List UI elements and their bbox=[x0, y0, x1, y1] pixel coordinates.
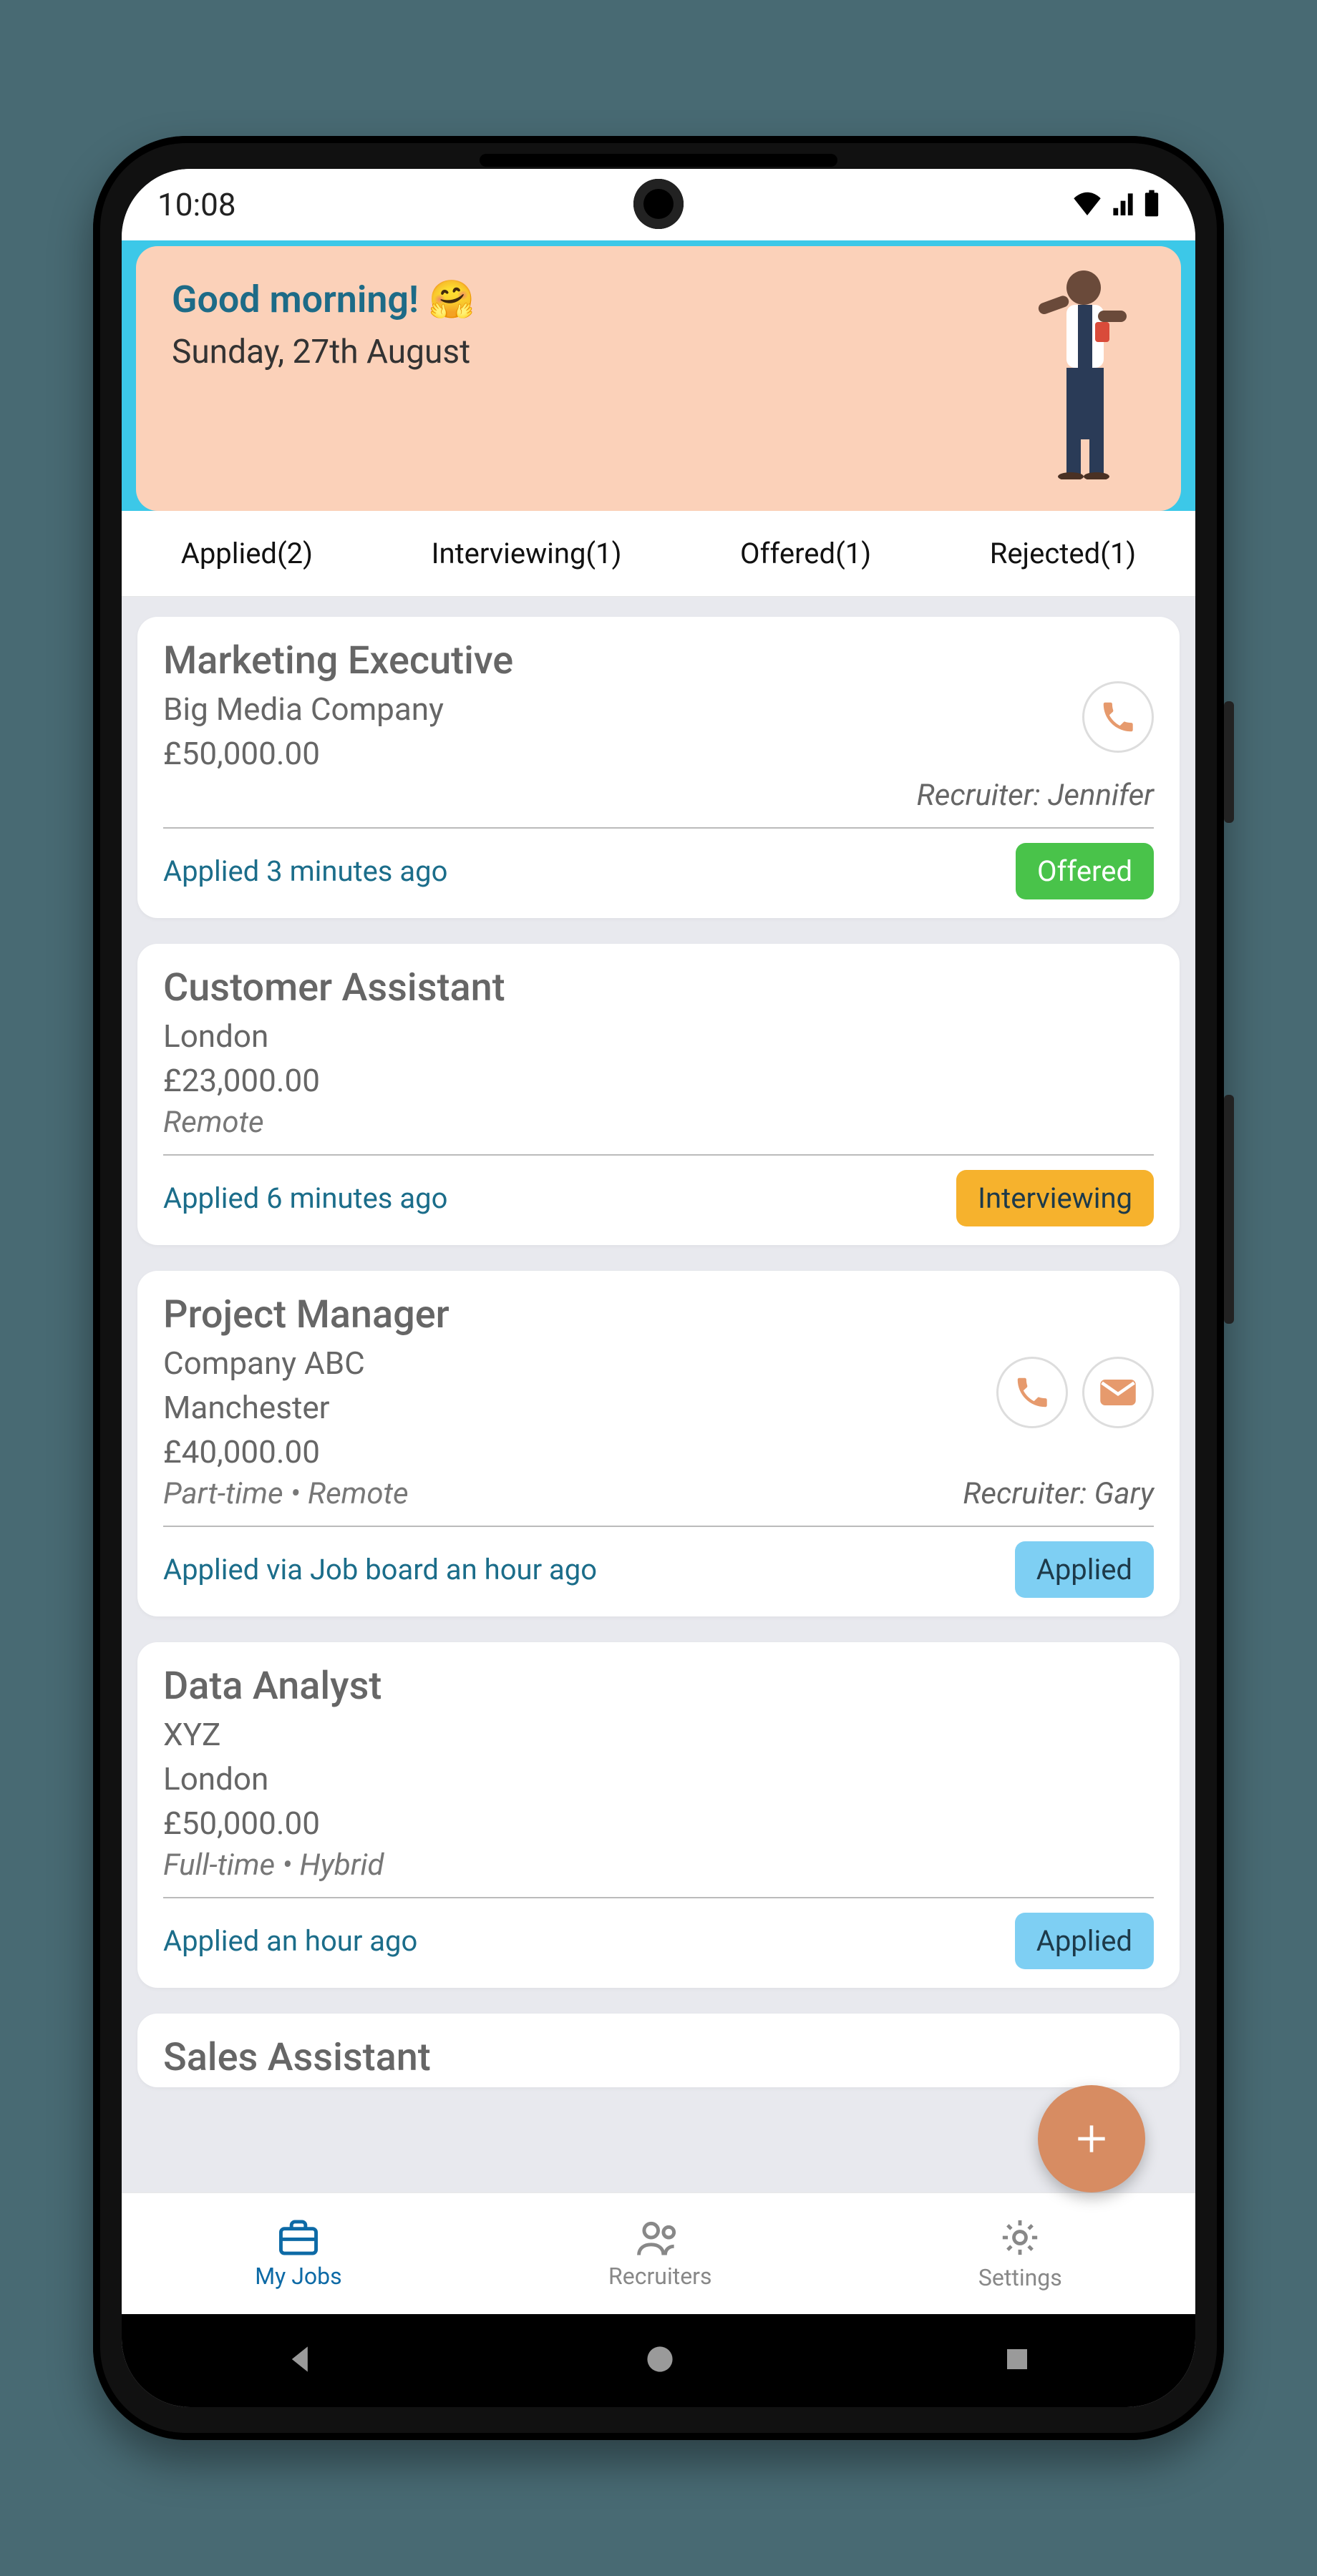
job-location: London bbox=[163, 1018, 1154, 1055]
job-title: Project Manager bbox=[163, 1292, 1154, 1337]
plus-icon bbox=[1071, 2119, 1112, 2159]
job-list[interactable]: Marketing Executive Big Media Company £5… bbox=[122, 597, 1195, 2407]
greeting-title: Good morning! 🤗 bbox=[172, 278, 1145, 321]
greeting-text: Good morning! bbox=[172, 278, 419, 321]
job-card[interactable]: Project Manager Company ABC Manchester £… bbox=[137, 1271, 1180, 1616]
job-work-mode: Remote bbox=[163, 1105, 1154, 1140]
nav-label: My Jobs bbox=[255, 2263, 341, 2290]
nav-label: Settings bbox=[978, 2264, 1062, 2291]
android-back-button[interactable] bbox=[286, 2343, 317, 2378]
phone-icon bbox=[1099, 698, 1137, 736]
filter-tabs: Applied(2) Interviewing(1) Offered(1) Re… bbox=[122, 511, 1195, 597]
side-button-volume bbox=[1224, 1095, 1234, 1324]
person-illustration bbox=[1024, 265, 1138, 479]
job-location: London bbox=[163, 1760, 1154, 1797]
header-strip: Good morning! 🤗 Sunday, 27th August bbox=[122, 236, 1195, 511]
divider bbox=[163, 1897, 1154, 1898]
divider bbox=[163, 827, 1154, 829]
front-camera bbox=[633, 179, 684, 229]
job-card[interactable]: Sales Assistant bbox=[137, 2014, 1180, 2087]
android-recents-button[interactable] bbox=[1003, 2345, 1031, 2376]
job-work-mode: Full-time • Hybrid bbox=[163, 1848, 1154, 1883]
divider bbox=[163, 1526, 1154, 1527]
android-home-button[interactable] bbox=[644, 2343, 676, 2378]
phone-icon bbox=[1013, 1373, 1051, 1412]
status-pill-offered[interactable]: Offered bbox=[1016, 843, 1154, 899]
screen: 10:08 Good morning! 🤗 Sunday, bbox=[122, 169, 1195, 2407]
applied-timestamp: Applied 3 minutes ago bbox=[163, 854, 447, 888]
add-job-fab[interactable] bbox=[1038, 2085, 1145, 2192]
job-title: Marketing Executive bbox=[163, 638, 1154, 683]
recruiter-label: Recruiter: Jennifer bbox=[917, 778, 1154, 813]
job-salary: £23,000.00 bbox=[163, 1062, 1154, 1099]
job-card[interactable]: Data Analyst XYZ London £50,000.00 Full-… bbox=[137, 1642, 1180, 1988]
applied-timestamp: Applied an hour ago bbox=[163, 1924, 417, 1958]
tab-offered[interactable]: Offered(1) bbox=[740, 537, 871, 570]
job-card[interactable]: Marketing Executive Big Media Company £5… bbox=[137, 617, 1180, 918]
bottom-nav: My Jobs Recruiters Settings bbox=[122, 2192, 1195, 2314]
contact-icons bbox=[1082, 681, 1154, 753]
recruiter-label: Recruiter: Gary bbox=[963, 1476, 1154, 1511]
side-button-power bbox=[1224, 701, 1234, 823]
divider bbox=[163, 1154, 1154, 1156]
applied-timestamp: Applied via Job board an hour ago bbox=[163, 1553, 597, 1586]
status-icons bbox=[1072, 190, 1160, 220]
job-company: Big Media Company bbox=[163, 691, 1154, 728]
status-pill-applied[interactable]: Applied bbox=[1015, 1913, 1154, 1969]
job-salary: £50,000.00 bbox=[163, 735, 1154, 772]
mail-button[interactable] bbox=[1082, 1357, 1154, 1428]
contact-icons bbox=[996, 1357, 1154, 1428]
status-pill-interviewing[interactable]: Interviewing bbox=[956, 1170, 1154, 1226]
hug-emoji-icon: 🤗 bbox=[429, 278, 475, 321]
job-company: XYZ bbox=[163, 1716, 1154, 1753]
job-salary: £50,000.00 bbox=[163, 1805, 1154, 1842]
tab-applied[interactable]: Applied(2) bbox=[181, 537, 313, 570]
battery-icon bbox=[1144, 190, 1160, 220]
tab-rejected[interactable]: Rejected(1) bbox=[990, 537, 1137, 570]
wifi-icon bbox=[1072, 191, 1102, 218]
greeting-date: Sunday, 27th August bbox=[172, 333, 1145, 371]
job-title: Customer Assistant bbox=[163, 965, 1154, 1010]
gear-icon bbox=[999, 2217, 1041, 2258]
android-nav-bar bbox=[122, 2314, 1195, 2407]
greeting-card: Good morning! 🤗 Sunday, 27th August bbox=[136, 246, 1181, 511]
job-work-mode: Part-time • Remote bbox=[163, 1476, 409, 1511]
signal-icon bbox=[1109, 191, 1137, 218]
job-title: Sales Assistant bbox=[163, 2035, 1154, 2080]
status-pill-applied[interactable]: Applied bbox=[1015, 1541, 1154, 1598]
status-time: 10:08 bbox=[157, 186, 236, 223]
nav-settings[interactable]: Settings bbox=[978, 2217, 1062, 2291]
job-card[interactable]: Customer Assistant London £23,000.00 Rem… bbox=[137, 944, 1180, 1245]
speaker-notch bbox=[480, 154, 837, 167]
briefcase-icon bbox=[277, 2218, 320, 2257]
tab-interviewing[interactable]: Interviewing(1) bbox=[432, 537, 622, 570]
phone-frame: 10:08 Good morning! 🤗 Sunday, bbox=[93, 136, 1224, 2440]
job-title: Data Analyst bbox=[163, 1664, 1154, 1709]
phone-button[interactable] bbox=[1082, 681, 1154, 753]
nav-my-jobs[interactable]: My Jobs bbox=[255, 2218, 341, 2290]
nav-recruiters[interactable]: Recruiters bbox=[608, 2218, 712, 2290]
job-salary: £40,000.00 bbox=[163, 1433, 1154, 1470]
phone-button[interactable] bbox=[996, 1357, 1068, 1428]
mail-icon bbox=[1099, 1377, 1137, 1407]
applied-timestamp: Applied 6 minutes ago bbox=[163, 1181, 447, 1215]
people-icon bbox=[637, 2218, 683, 2257]
nav-label: Recruiters bbox=[608, 2263, 712, 2290]
